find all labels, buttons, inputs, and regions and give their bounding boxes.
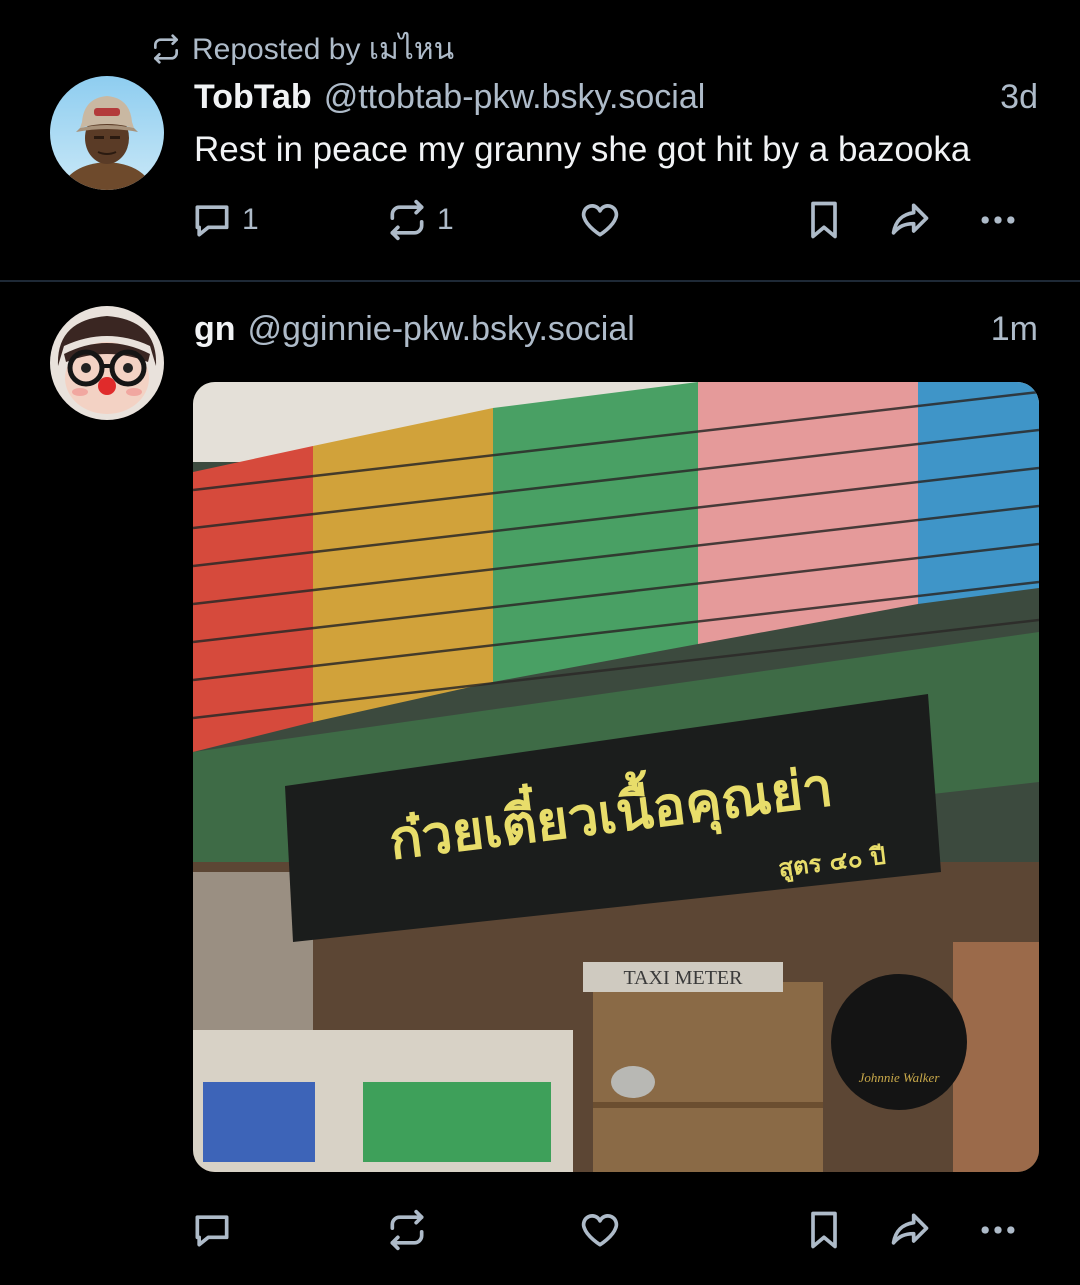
post-header: TobTab @ttobtab-pkw.bsky.social 3d: [194, 74, 1038, 120]
repost-button[interactable]: 1: [385, 190, 454, 250]
reply-count: 1: [242, 203, 259, 236]
bookmark-icon: [811, 201, 837, 239]
more-icon: [981, 216, 1015, 224]
avatar[interactable]: [50, 76, 164, 190]
bookmark-button[interactable]: [802, 1200, 846, 1260]
post-actions: [190, 1200, 1040, 1260]
share-button[interactable]: [888, 190, 932, 250]
like-button[interactable]: [578, 1200, 622, 1260]
share-icon: [891, 1213, 929, 1245]
share-button[interactable]: [888, 1200, 932, 1260]
handle[interactable]: @gginnie-pkw.bsky.social: [248, 310, 991, 349]
like-icon: [581, 1214, 619, 1247]
share-icon: [891, 203, 929, 235]
post-image[interactable]: TAXI METER Johnnie Walker ก๋วยเตี๋ยวเนื้…: [193, 382, 1039, 1172]
image-meter-text: TAXI METER: [624, 967, 744, 989]
more-button[interactable]: [976, 190, 1020, 250]
repost-count: 1: [437, 203, 454, 236]
reply-icon: [195, 1215, 229, 1247]
post-header: gn @gginnie-pkw.bsky.social 1m: [194, 306, 1038, 352]
bookmark-button[interactable]: [802, 190, 846, 250]
reply-icon: [195, 205, 229, 237]
like-button[interactable]: [578, 190, 622, 250]
more-icon: [981, 1226, 1015, 1234]
avatar[interactable]: [50, 306, 164, 420]
image-logo-text: Johnnie Walker: [859, 1070, 941, 1085]
feed-post[interactable]: Reposted by เมไหน TobTab @ttobtab-pkw.bs…: [0, 0, 1080, 282]
handle[interactable]: @ttobtab-pkw.bsky.social: [324, 78, 1000, 117]
repost-icon: [154, 34, 178, 64]
bookmark-icon: [811, 1211, 837, 1249]
feed-post[interactable]: gn @gginnie-pkw.bsky.social 1m TAXI METE…: [0, 282, 1080, 1285]
repost-icon: [390, 199, 424, 241]
post-time[interactable]: 3d: [1000, 78, 1038, 117]
more-button[interactable]: [976, 1200, 1020, 1260]
reply-button[interactable]: 1: [190, 190, 259, 250]
like-icon: [581, 204, 619, 237]
repost-label: Reposted by เมไหน: [192, 32, 455, 66]
post-time[interactable]: 1m: [991, 310, 1038, 349]
post-actions: 1 1: [190, 190, 1040, 250]
display-name[interactable]: TobTab: [194, 78, 312, 117]
repost-button[interactable]: [385, 1200, 429, 1260]
repost-icon: [390, 1209, 424, 1251]
repost-indicator[interactable]: Reposted by เมไหน: [150, 28, 454, 70]
post-text: Rest in peace my granny she got hit by a…: [194, 130, 971, 169]
reply-button[interactable]: [190, 1200, 234, 1260]
display-name[interactable]: gn: [194, 310, 236, 349]
